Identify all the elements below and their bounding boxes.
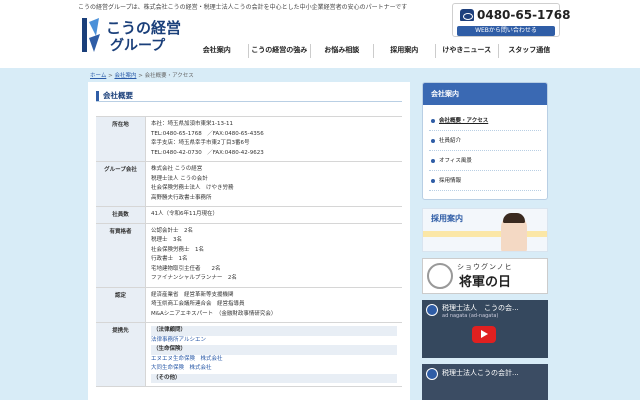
sidebar-item-recruit[interactable]: 採用情報 [429,171,541,191]
row-value: 公認会計士 2名 税理士 3名 社会保険労務士 1名 行政書士 1名 宅地建物取… [151,227,237,282]
table-row: 社員数 41人（令和6年11月現在） [96,207,402,224]
sidebar-item-overview[interactable]: 会社概要・アクセス [429,111,541,131]
sidebar-item-staff[interactable]: 社員紹介 [429,131,541,151]
row-label: グループ会社 [96,162,146,206]
breadcrumb-current: 会社概要・アクセス [144,73,194,79]
table-row: 認定 経済産業省 経営革新等支援機関 埼玉県商工会議所連合会 経営指導員 M&A… [96,287,402,323]
nav-item-consult[interactable]: お悩み相談 [310,44,373,58]
recruit-banner[interactable]: 採用案内 [422,208,548,252]
partner-category: （法律顧問） [151,326,397,336]
nav-item-news[interactable]: けやきニュース [435,44,498,58]
row-value: 経済産業省 経営革新等支援機関 埼玉県商工会議所連合会 経営指導員 M&Aシニア… [151,291,277,317]
sidebar: 会社案内 会社概要・アクセス 社員紹介 オフィス風景 採用情報 採用案内 ショウ… [422,82,548,400]
partner-category: （その他） [151,373,397,383]
row-label: 社員数 [96,207,146,223]
circle-icon [427,263,453,289]
logo-mark-icon [82,18,100,52]
main-content: 会社概要 所在地 本社：埼玉県加須市東栄1-13-11 TEL:0480-65-… [88,82,410,400]
phone-number[interactable]: 0480-65-1768 [477,8,570,22]
partner-link[interactable]: 大同生命保険 株式会社 [151,364,397,374]
video-embed[interactable]: 税理士法人 こうの会... ad nagata (ad-nagata) [422,300,548,358]
row-value: 41人（令和6年11月現在） [151,211,218,217]
row-label: 所在地 [96,117,146,161]
web-contact-button[interactable]: WEBから問い合わせる [457,26,555,36]
play-icon[interactable] [472,326,496,343]
nav-item-staff[interactable]: スタッフ通信 [497,44,561,58]
sidebar-item-office[interactable]: オフィス風景 [429,151,541,171]
video-title-2: 税理士法人こうの会計... [442,369,519,377]
site-logo[interactable]: こうの経営 グループ [78,13,188,57]
recruit-banner-label: 採用案内 [431,214,463,223]
row-label: 提携先 [96,323,146,386]
sidebar-menu: 会社案内 会社概要・アクセス 社員紹介 オフィス風景 採用情報 [422,82,548,200]
section-title: 会社概要 [96,90,402,102]
channel-avatar-icon [426,368,438,380]
breadcrumb-parent[interactable]: 会社案内 [114,73,136,79]
nav-item-strengths[interactable]: こうの経営の強み [247,44,311,58]
row-value: （法律顧問） 法律事務所アルシエン （生命保険） エヌエヌ生命保険 株式会社 大… [146,323,402,386]
company-table: 所在地 本社：埼玉県加須市東栄1-13-11 TEL:0480-65-1768 … [96,116,402,387]
logo-text-bottom: グループ [110,38,166,54]
sidebar-heading: 会社案内 [423,83,547,105]
video-channel: ad nagata (ad-nagata) [442,313,499,319]
row-value: 株式会社 こうの経営 税理士法人 こうの会計 社会保険労務士法人 けやき労務 高… [151,166,234,201]
table-row: 所在地 本社：埼玉県加須市東栄1-13-11 TEL:0480-65-1768 … [96,116,402,162]
video-title: 税理士法人 こうの会... [442,304,519,312]
table-row: 提携先 （法律顧問） 法律事務所アルシエン （生命保険） エヌエヌ生命保険 株式… [96,323,402,387]
partner-category: （生命保険） [151,345,397,355]
table-row: グループ会社 株式会社 こうの経営 税理士法人 こうの会計 社会保険労務士法人 … [96,162,402,207]
contact-box: 0480-65-1768 WEBから問い合わせる [452,3,570,37]
breadcrumb: ホーム > 会社案内 > 会社概要・アクセス [90,73,194,79]
nav-item-recruit[interactable]: 採用案内 [372,44,436,58]
channel-avatar-icon [426,304,438,316]
partner-link[interactable]: エヌエヌ生命保険 株式会社 [151,355,397,365]
row-value: 本社：埼玉県加須市東栄1-13-11 TEL:0480-65-1768 ／FAX… [151,121,264,156]
global-nav: 会社案内 こうの経営の強み お悩み相談 採用案内 けやきニュース スタッフ通信 [186,44,560,58]
phone-icon [460,9,474,21]
video-embed-2[interactable]: 税理士法人こうの会計... [422,364,548,400]
row-label: 有資格者 [96,223,146,287]
shogun-banner-title: 将軍の日 [459,275,512,290]
breadcrumb-home[interactable]: ホーム [90,73,106,79]
partner-link[interactable]: 法律事務所アルシエン [151,336,397,346]
shogun-banner[interactable]: ショウグンノヒ 将軍の日 [422,258,548,294]
page-title: 会社概要 [103,91,133,100]
row-label: 認定 [96,287,146,322]
site-header: こうの経営グループは、株式会社こうの経営・税理士法人こうの会計を中心とした中小企… [0,0,640,68]
nav-item-company[interactable]: 会社案内 [186,44,248,58]
table-row: 有資格者 公認会計士 2名 税理士 3名 社会保険労務士 1名 行政書士 1名 … [96,223,402,288]
tagline: こうの経営グループは、株式会社こうの経営・税理士法人こうの会計を中心とした中小企… [78,4,408,11]
